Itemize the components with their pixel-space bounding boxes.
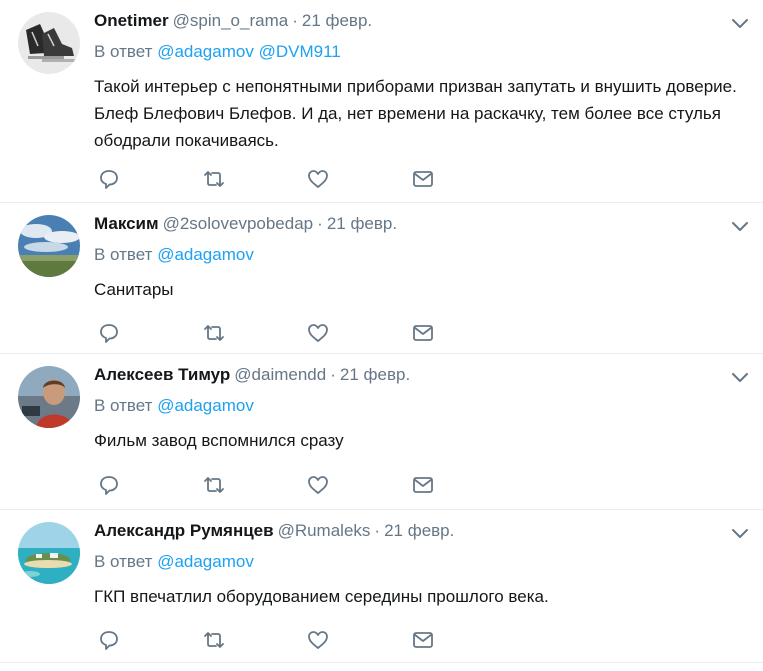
direct-message-button[interactable]: [411, 628, 435, 652]
separator-dot: ·: [374, 521, 381, 540]
like-button[interactable]: [306, 167, 330, 191]
envelope-icon: [413, 632, 433, 648]
like-button[interactable]: [306, 628, 330, 652]
retweet-button[interactable]: [202, 321, 226, 345]
reply-prefix: В ответ: [94, 42, 153, 61]
tweet-text: Фильм завод вспомнился сразу: [94, 431, 344, 450]
island-avatar-icon: [18, 522, 80, 584]
tweet[interactable]: Максим @2solovevpobedap · 21 февр. В ответ …: [0, 203, 763, 354]
retweet-icon: [204, 325, 224, 341]
mention-link[interactable]: @adagamov: [157, 42, 254, 61]
reply-context: В ответ @adagamov: [94, 244, 743, 266]
skates-avatar-icon: [18, 12, 80, 74]
reply-prefix: В ответ: [94, 396, 153, 415]
reply-context: В ответ @adagamov: [94, 551, 743, 573]
mention-link[interactable]: @DVM911: [259, 42, 341, 61]
retweet-icon: [204, 632, 224, 648]
author-name[interactable]: Александр Румянцев: [94, 521, 274, 540]
tweet-actions: [97, 628, 457, 652]
tweet[interactable]: Onetimer @spin_o_rama · 21 февр. В ответ @a…: [0, 0, 763, 203]
author-name[interactable]: Onetimer: [94, 11, 169, 30]
author-handle[interactable]: @spin_o_rama: [173, 11, 289, 30]
reply-button[interactable]: [97, 628, 121, 652]
direct-message-button[interactable]: [411, 321, 435, 345]
like-button[interactable]: [306, 473, 330, 497]
like-button[interactable]: [306, 321, 330, 345]
retweet-button[interactable]: [202, 628, 226, 652]
tweet-text: ГКП впечатлил оборудованием середины про…: [94, 587, 549, 606]
tweet-actions: [97, 321, 457, 345]
chevron-down-icon[interactable]: [731, 217, 749, 235]
tweet-date[interactable]: 21 февр.: [340, 365, 410, 384]
heart-icon: [308, 170, 328, 188]
tweet[interactable]: Александр Румянцев @Rumaleks · 21 февр. В о…: [0, 510, 763, 663]
tweet[interactable]: Алексеев Тимур @daimendd · 21 февр. В ответ…: [0, 354, 763, 510]
tweet-actions: [97, 473, 457, 497]
reply-context: В ответ @adagamov: [94, 395, 743, 417]
mention-link[interactable]: @adagamov: [157, 552, 254, 571]
reply-button[interactable]: [97, 321, 121, 345]
reply-icon: [100, 324, 118, 343]
reply-icon: [100, 476, 118, 495]
avatar[interactable]: [18, 215, 80, 277]
reply-button[interactable]: [97, 167, 121, 191]
reply-icon: [100, 170, 118, 189]
heart-icon: [308, 631, 328, 649]
avatar[interactable]: [18, 12, 80, 74]
reply-context: В ответ @adagamov @DVM911: [94, 41, 743, 63]
tweet-date[interactable]: 21 февр.: [384, 521, 454, 540]
retweet-button[interactable]: [202, 473, 226, 497]
retweet-icon: [204, 171, 224, 187]
chevron-down-icon[interactable]: [731, 368, 749, 386]
separator-dot: ·: [292, 11, 298, 30]
envelope-icon: [413, 171, 433, 187]
mention-link[interactable]: @adagamov: [157, 396, 254, 415]
avatar[interactable]: [18, 522, 80, 584]
reply-button[interactable]: [97, 473, 121, 497]
separator-dot: ·: [330, 365, 336, 384]
heart-icon: [308, 476, 328, 494]
heart-icon: [308, 324, 328, 342]
separator-dot: ·: [317, 214, 323, 233]
retweet-icon: [204, 477, 224, 493]
direct-message-button[interactable]: [411, 473, 435, 497]
tweet-date[interactable]: 21 февр.: [302, 11, 372, 30]
chevron-down-icon[interactable]: [731, 14, 749, 32]
direct-message-button[interactable]: [411, 167, 435, 191]
author-handle[interactable]: @daimendd: [234, 365, 326, 384]
mention-link[interactable]: @adagamov: [157, 245, 254, 264]
author-handle[interactable]: @Rumaleks: [278, 521, 371, 540]
reply-icon: [100, 631, 118, 650]
envelope-icon: [413, 325, 433, 341]
tweet-date[interactable]: 21 февр.: [327, 214, 397, 233]
sky-avatar-icon: [18, 215, 80, 277]
envelope-icon: [413, 477, 433, 493]
reply-prefix: В ответ: [94, 245, 153, 264]
person-avatar-icon: [18, 366, 80, 428]
author-name[interactable]: Алексеев Тимур: [94, 365, 230, 384]
author-name[interactable]: Максим: [94, 214, 159, 233]
avatar[interactable]: [18, 366, 80, 428]
tweet-text: Санитары: [94, 280, 174, 299]
reply-prefix: В ответ: [94, 552, 153, 571]
author-handle[interactable]: @2solovevpobedap: [163, 214, 314, 233]
tweet-text: Такой интерьер с непонятными приборами п…: [94, 77, 737, 150]
tweet-feed: Onetimer @spin_o_rama · 21 февр. В ответ @a…: [0, 0, 763, 663]
tweet-actions: [97, 167, 457, 191]
chevron-down-icon[interactable]: [731, 524, 749, 542]
retweet-button[interactable]: [202, 167, 226, 191]
